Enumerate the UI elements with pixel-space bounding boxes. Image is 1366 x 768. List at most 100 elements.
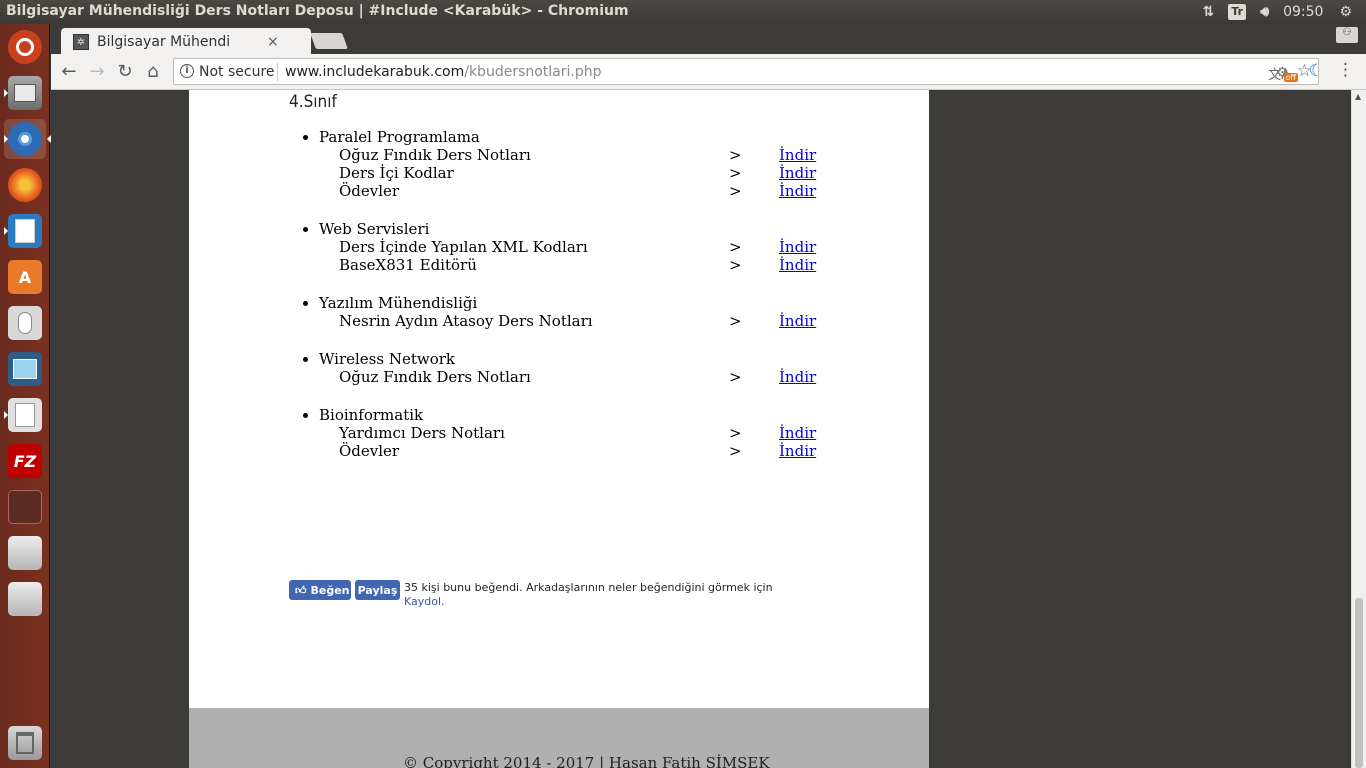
clock[interactable]: 09:50	[1283, 4, 1323, 20]
tab-close-icon[interactable]: ×	[267, 34, 279, 50]
note-name: Yardımcı Ders Notları	[339, 424, 505, 442]
text-editor-icon[interactable]	[4, 395, 46, 435]
tab-title: Bilgisayar Mühendi	[97, 34, 231, 50]
trash-icon[interactable]	[4, 723, 46, 763]
keyboard-layout-indicator[interactable]: Tr	[1228, 4, 1247, 20]
note-name: BaseX831 Editörü	[339, 256, 477, 274]
download-link[interactable]: İndir	[779, 182, 816, 200]
thumbs-up-icon: 👍︎	[295, 583, 307, 597]
like-count-text: 35 kişi bunu beğendi. Arkadaşlarının nel…	[404, 581, 773, 594]
course-paralel-programlama: Paralel Programlama Oğuz Fındık Ders Not…	[303, 128, 816, 200]
course-web-servisleri: Web Servisleri Ders İçinde Yapılan XML K…	[302, 220, 816, 274]
like-label: Beğen	[310, 583, 350, 597]
new-tab-button[interactable]	[310, 33, 348, 49]
separator	[277, 63, 278, 81]
mouse-icon[interactable]	[4, 303, 46, 343]
gear-icon[interactable]: ⚙	[1339, 4, 1352, 20]
course-wireless-network: Wireless Network Oğuz Fındık Ders Notlar…	[303, 350, 816, 386]
window-title: Bilgisayar Mühendisliği Ders Notları Dep…	[6, 3, 629, 19]
url-text[interactable]: www.includekarabuk.com/kbudersnotlari.ph…	[285, 64, 602, 80]
drive-icon[interactable]	[4, 533, 46, 573]
list-item: Ödevler > İndir	[319, 182, 816, 200]
files-icon[interactable]	[4, 73, 46, 113]
browser-toolbar: ← → ↻ ⌂ i Not secure www.includekarabuk.…	[51, 54, 1366, 90]
list-item: Oğuz Fındık Ders Notları > İndir	[319, 146, 816, 164]
tab-strip: ✲ Bilgisayar Mühendi × ⚇	[51, 24, 1366, 56]
url-host: www.includekarabuk.com	[285, 64, 465, 80]
facebook-like-button[interactable]: 👍︎ Beğen	[289, 580, 351, 600]
page-footer: © Copyright 2014 - 2017 | Hasan Fatih Şİ…	[189, 708, 929, 768]
libreoffice-writer-icon[interactable]	[4, 211, 46, 251]
facebook-share-button[interactable]: Paylaş	[355, 580, 400, 600]
arrow: >	[729, 238, 742, 256]
security-label[interactable]: Not secure	[199, 64, 275, 80]
filezilla-icon[interactable]: FZ	[4, 441, 46, 481]
download-link[interactable]: İndir	[779, 256, 816, 274]
course-title: Paralel Programlama	[303, 128, 480, 146]
workspace-switcher-icon[interactable]	[4, 487, 46, 527]
arrow: >	[729, 182, 742, 200]
download-link[interactable]: İndir	[779, 146, 816, 164]
info-icon[interactable]: i	[180, 64, 194, 78]
arrow: >	[729, 164, 742, 182]
extension-off-badge: off	[1283, 73, 1298, 82]
list-item: Ders İçi Kodlar > İndir	[319, 164, 816, 182]
note-name: Ödevler	[339, 182, 400, 200]
course-title: Yazılım Mühendisliği	[302, 294, 478, 312]
copyright-text: © Copyright 2014 - 2017 | Hasan Fatih Şİ…	[403, 754, 770, 768]
note-name: Ders İçi Kodlar	[339, 164, 454, 182]
home-icon[interactable]: ⌂	[141, 60, 165, 84]
download-link[interactable]: İndir	[779, 424, 816, 442]
download-link[interactable]: İndir	[779, 164, 816, 182]
address-bar[interactable]: i Not secure www.includekarabuk.com/kbud…	[173, 58, 1319, 85]
vertical-scrollbar[interactable]: ▲	[1351, 90, 1366, 768]
extension-moon-icon[interactable]: ☾	[1309, 61, 1324, 81]
arrow: >	[729, 146, 742, 164]
extension-icon[interactable]: ⚙ off	[1276, 62, 1298, 82]
drive-icon[interactable]	[4, 579, 46, 619]
list-item: Oğuz Fındık Ders Notları > İndir	[319, 368, 816, 386]
launcher: A FZ	[0, 24, 51, 768]
signup-link[interactable]: Kaydol.	[404, 595, 445, 608]
chromium-icon[interactable]	[4, 119, 51, 159]
course-title: Wireless Network	[303, 350, 455, 368]
share-label: Paylaş	[357, 583, 398, 597]
list-item: Ödevler > İndir	[319, 442, 816, 460]
arrow: >	[729, 368, 742, 386]
note-name: Nesrin Aydın Atasoy Ders Notları	[339, 312, 593, 330]
list-item: Ders İçinde Yapılan XML Kodları > İndir	[319, 238, 816, 256]
scrollbar-thumb[interactable]	[1355, 598, 1363, 768]
network-arrows-icon[interactable]: ⇅	[1203, 4, 1215, 20]
list-item: BaseX831 Editörü > İndir	[319, 256, 816, 274]
download-link[interactable]: İndir	[779, 368, 816, 386]
list-item: Yardımcı Ders Notları > İndir	[319, 424, 816, 442]
top-panel: Bilgisayar Mühendisliği Ders Notları Dep…	[0, 0, 1366, 24]
list-item: Nesrin Aydın Atasoy Ders Notları > İndir	[319, 312, 816, 330]
page-viewport: 4.Sınıf Paralel Programlama Oğuz Fındık …	[51, 90, 1351, 768]
indicators: ⇅ Tr 🔊︎ 09:50 ⚙	[1203, 0, 1366, 24]
software-center-icon[interactable]: A	[4, 257, 46, 297]
menu-icon[interactable]: ⋮	[1337, 60, 1354, 80]
tab-active[interactable]: ✲ Bilgisayar Mühendi ×	[61, 28, 311, 56]
page-content: 4.Sınıf Paralel Programlama Oğuz Fındık …	[189, 90, 929, 708]
arrow: >	[729, 424, 742, 442]
download-link[interactable]: İndir	[779, 312, 816, 330]
volume-icon[interactable]: 🔊︎	[1260, 4, 1269, 20]
facebook-like-widget: 👍︎ Beğen Paylaş 35 kişi bunu beğendi. Ar…	[289, 580, 773, 620]
note-name: Ders İçinde Yapılan XML Kodları	[339, 238, 588, 256]
system-monitor-icon[interactable]	[4, 349, 46, 389]
note-name: Oğuz Fındık Ders Notları	[339, 146, 531, 164]
site-favicon-icon: ✲	[73, 34, 89, 50]
download-link[interactable]: İndir	[779, 442, 816, 460]
forward-arrow-icon[interactable]: →	[85, 60, 109, 84]
ubuntu-dash-icon[interactable]	[4, 27, 46, 67]
note-name: Oğuz Fındık Ders Notları	[339, 368, 531, 386]
profile-icon[interactable]: ⚇	[1336, 27, 1358, 43]
course-title: Bioinformatik	[302, 406, 424, 424]
scroll-up-arrow-icon[interactable]: ▲	[1355, 92, 1361, 101]
firefox-icon[interactable]	[4, 165, 46, 205]
back-arrow-icon[interactable]: ←	[57, 60, 81, 84]
download-link[interactable]: İndir	[779, 238, 816, 256]
reload-icon[interactable]: ↻	[113, 60, 137, 84]
section-title: 4.Sınıf	[289, 92, 337, 112]
